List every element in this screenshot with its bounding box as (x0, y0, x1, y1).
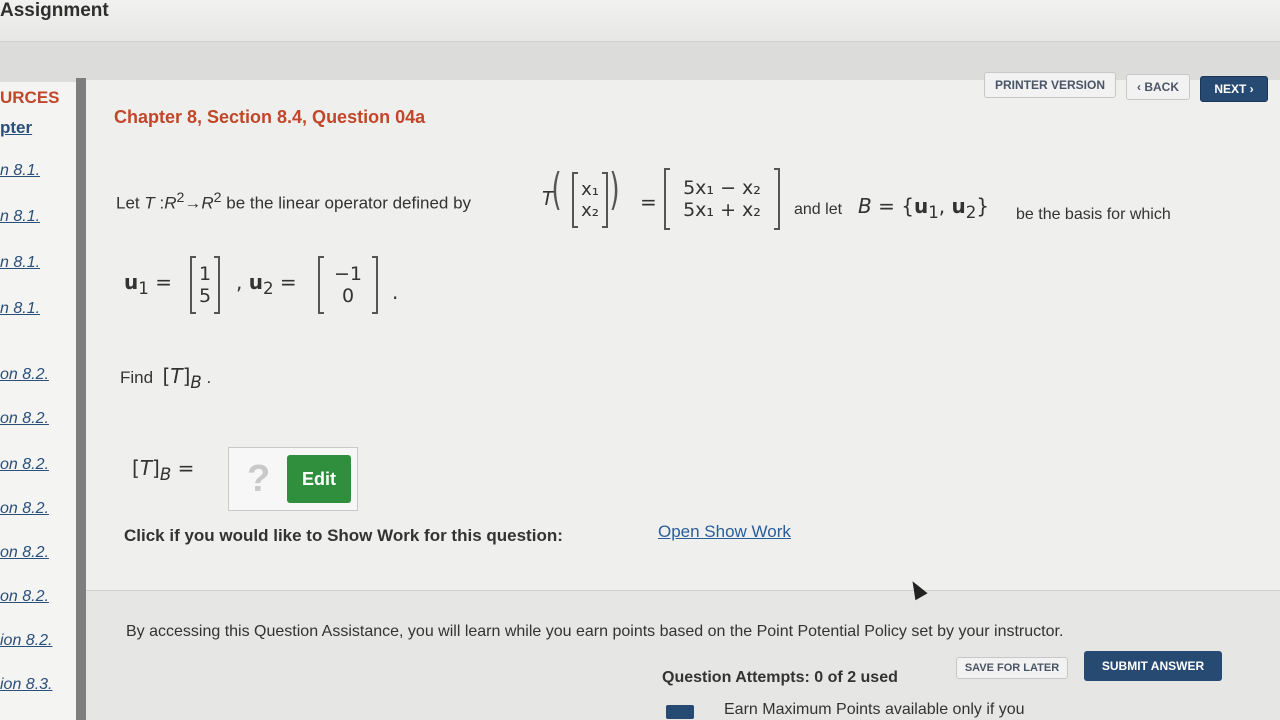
input-vector-matrix: x₁ x₂ (572, 172, 608, 228)
answer-placeholder: ? (247, 458, 271, 500)
output-row-1: 5x₁ − x₂ (683, 177, 761, 199)
input-vector-x2: x₂ (581, 200, 599, 221)
sidebar-item-section[interactable]: ion 8.2. (0, 632, 52, 650)
next-button[interactable]: NEXT › (1200, 76, 1268, 102)
sidebar-heading: URCES (0, 88, 60, 107)
u2-vector: −1 0 (318, 256, 378, 314)
submit-answer-button[interactable]: SUBMIT ANSWER (1084, 651, 1222, 681)
sidebar-item-section[interactable]: on 8.2. (0, 500, 49, 518)
sidebar-item-section[interactable]: on 8.2. (0, 366, 49, 384)
save-for-later-button[interactable]: SAVE FOR LATER (956, 657, 1068, 679)
question-attempts: Question Attempts: 0 of 2 used (662, 669, 898, 686)
printer-version-button[interactable]: PRINTER VERSION (984, 72, 1116, 98)
u1-vector: 1 5 (190, 256, 220, 314)
window-title-bar: Assignment (0, 0, 1280, 42)
left-paren-icon: ( (551, 164, 562, 215)
find-prompt: Find [T]B . (120, 364, 212, 392)
answer-box[interactable]: ? Edit (228, 447, 358, 511)
sidebar-item-section[interactable]: n 8.1. (0, 162, 40, 180)
points-badge-icon (666, 705, 694, 719)
question-let-text: Let T :R2→R2 be the linear operator defi… (116, 190, 472, 213)
sidebar-item-section[interactable]: on 8.2. (0, 544, 49, 562)
sidebar-chapter-link[interactable]: pter (0, 118, 32, 138)
answer-label: [T]B = (132, 456, 195, 484)
u2-entry-2: 0 (341, 285, 355, 307)
basis-definition: B = {u1, u2} (858, 194, 990, 222)
u1-label: u1 = (124, 270, 172, 298)
show-work-label: Click if you would like to Show Work for… (124, 526, 563, 545)
question-assistance-panel: By accessing this Question Assistance, y… (86, 590, 1280, 720)
u2-entry-1: −1 (333, 263, 362, 285)
sidebar-item-section[interactable]: ion 8.3. (0, 676, 52, 694)
u1-entry-2: 5 (198, 285, 212, 307)
back-button[interactable]: ‹ BACK (1126, 74, 1190, 100)
open-show-work-link[interactable]: Open Show Work (658, 522, 791, 542)
output-vector-matrix: 5x₁ − x₂ 5x₁ + x₂ (664, 168, 780, 230)
basis-tail-text: be the basis for which (1016, 206, 1171, 223)
find-label: Find (120, 368, 154, 387)
sidebar-item-section[interactable]: n 8.1. (0, 208, 40, 226)
sidebar-divider (76, 78, 86, 720)
and-let-text: and let (794, 201, 843, 218)
input-vector-x1: x₁ (581, 179, 599, 200)
sidebar-item-section[interactable]: n 8.1. (0, 254, 40, 272)
period: . (392, 280, 399, 304)
output-row-2: 5x₁ + x₂ (683, 199, 761, 221)
right-paren-icon: ) (609, 164, 620, 215)
sidebar-item-section[interactable]: on 8.2. (0, 588, 49, 606)
resources-sidebar: URCES pter n 8.1. n 8.1. n 8.1. n 8.1. o… (0, 82, 76, 720)
app-title: Assignment (0, 0, 109, 21)
sidebar-item-section[interactable]: on 8.2. (0, 456, 49, 474)
question-panel: PRINTER VERSION ‹ BACK NEXT › Chapter 8,… (86, 72, 1280, 720)
sidebar-item-section[interactable]: on 8.2. (0, 410, 49, 428)
edit-button[interactable]: Edit (287, 455, 351, 503)
sidebar-item-section[interactable]: n 8.1. (0, 300, 40, 318)
question-title: Chapter 8, Section 8.4, Question 04a (114, 107, 426, 127)
question-intro: be the linear operator defined by (226, 193, 472, 213)
equals-sign: = (640, 190, 657, 214)
u1-entry-1: 1 (198, 263, 212, 285)
assistance-text: By accessing this Question Assistance, y… (126, 623, 1064, 640)
u2-label: , u2 = (236, 270, 297, 298)
earn-points-text: Earn Maximum Points available only if yo… (724, 701, 1025, 718)
